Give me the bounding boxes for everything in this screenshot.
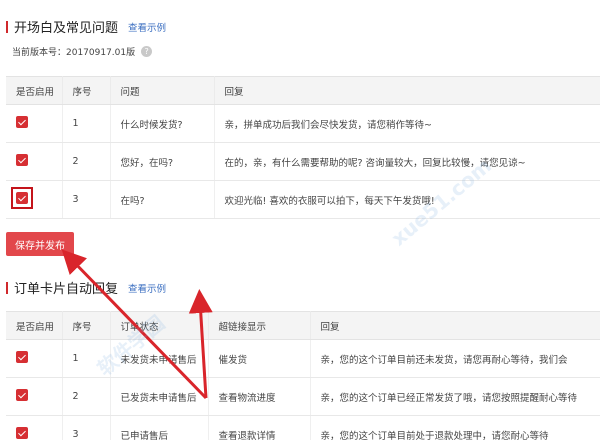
annotation-arrows	[61, 249, 213, 400]
page: 开场白及常见问题 查看示例 当前版本号：20170917.01版 ? 是否启用 …	[0, 0, 600, 440]
arrow-to-section-title	[188, 289, 213, 399]
